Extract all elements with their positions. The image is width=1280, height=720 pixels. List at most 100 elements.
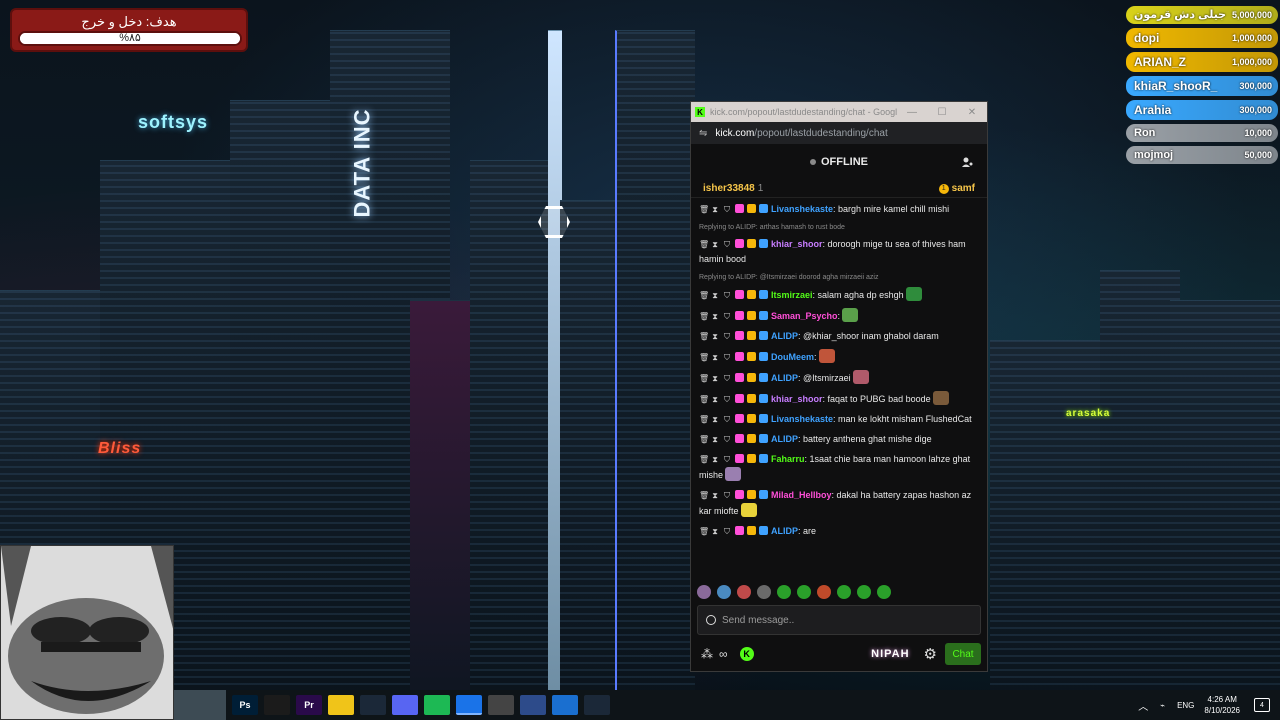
timeout-icon[interactable]: ⧗ xyxy=(711,329,719,344)
app-icon[interactable] xyxy=(520,695,546,715)
steam-icon[interactable] xyxy=(360,695,386,715)
chat-username[interactable]: khiar_shoor xyxy=(771,394,823,404)
network-icon[interactable]: ⌁ xyxy=(1160,701,1165,710)
emote-icon[interactable] xyxy=(797,585,811,599)
trash-icon[interactable]: 🗑 xyxy=(699,452,709,467)
trash-icon[interactable]: 🗑 xyxy=(699,524,709,539)
shield-icon[interactable]: ⛉ xyxy=(723,202,731,217)
trash-icon[interactable]: 🗑 xyxy=(699,432,709,447)
chevron-up-icon[interactable]: ︿ xyxy=(1138,698,1148,713)
emote-icon[interactable] xyxy=(737,585,751,599)
timeout-icon[interactable]: ⧗ xyxy=(711,237,719,252)
app-icon[interactable] xyxy=(552,695,578,715)
kick-k-icon[interactable]: K xyxy=(739,647,754,661)
chat-username[interactable]: ALIDP xyxy=(771,373,798,383)
emote-icon[interactable] xyxy=(817,585,831,599)
emote-icon[interactable] xyxy=(777,585,791,599)
steam-icon[interactable] xyxy=(584,695,610,715)
shield-icon[interactable]: ⛉ xyxy=(723,392,731,407)
shield-icon[interactable]: ⛉ xyxy=(723,288,731,303)
emote-icon[interactable] xyxy=(697,585,711,599)
shield-icon[interactable]: ⛉ xyxy=(723,432,731,447)
chat-username[interactable]: ALIDP xyxy=(771,434,798,444)
chat-message[interactable]: 🗑 ⧗ ⛉ khiar_shoor: doroogh mige tu sea of t… xyxy=(699,237,981,267)
infinity-icon[interactable]: ∞ xyxy=(719,647,728,661)
clock[interactable]: 4:26 AM 8/10/2026 xyxy=(1204,694,1240,716)
timeout-icon[interactable]: ⧗ xyxy=(711,202,719,217)
trash-icon[interactable]: 🗑 xyxy=(699,237,709,252)
timeout-icon[interactable]: ⧗ xyxy=(711,412,719,427)
timeout-icon[interactable]: ⧗ xyxy=(711,488,719,503)
trash-icon[interactable]: 🗑 xyxy=(699,350,709,365)
trash-icon[interactable]: 🗑 xyxy=(699,488,709,503)
emoji-icon[interactable] xyxy=(706,615,716,625)
pinned-right-user[interactable]: samf xyxy=(952,183,975,194)
spotify-icon[interactable] xyxy=(424,695,450,715)
shield-icon[interactable]: ⛉ xyxy=(723,309,731,324)
chat-message[interactable]: 🗑 ⧗ ⛉ Itsmirzaei: salam agha dp eshgh xyxy=(699,287,981,303)
timeout-icon[interactable]: ⧗ xyxy=(711,452,719,467)
notification-icon[interactable]: 4 xyxy=(1254,698,1270,712)
obs-icon[interactable] xyxy=(264,695,290,715)
chat-username[interactable]: Milad_Hellboy xyxy=(771,490,832,500)
trash-icon[interactable]: 🗑 xyxy=(699,412,709,427)
maximize-icon[interactable]: ☐ xyxy=(927,107,957,118)
shield-icon[interactable]: ⛉ xyxy=(723,412,731,427)
chat-username[interactable]: khiar_shoor xyxy=(771,239,823,249)
shield-icon[interactable]: ⛉ xyxy=(723,237,731,252)
shield-icon[interactable]: ⛉ xyxy=(723,329,731,344)
emote-icon[interactable] xyxy=(857,585,871,599)
chat-username[interactable]: Itsmirzaei xyxy=(771,290,813,300)
timeout-icon[interactable]: ⧗ xyxy=(711,524,719,539)
chat-username[interactable]: Saman_Psycho xyxy=(771,311,838,321)
chat-message[interactable]: 🗑 ⧗ ⛉ khiar_shoor: faqat to PUBG bad boode xyxy=(699,391,981,407)
chat-message[interactable]: 🗑 ⧗ ⛉ ALIDP: battery anthena ghat mishe dig… xyxy=(699,432,981,447)
trash-icon[interactable]: 🗑 xyxy=(699,309,709,324)
chat-username[interactable]: Faharru xyxy=(771,454,805,464)
trash-icon[interactable]: 🗑 xyxy=(699,288,709,303)
language-indicator[interactable]: ENG xyxy=(1177,701,1194,710)
pinned-user[interactable]: isher33848 xyxy=(703,183,755,194)
chat-message[interactable]: 🗑 ⧗ ⛉ Faharru: 1saat chie bara man hamoon l… xyxy=(699,452,981,483)
chat-message-list[interactable]: 🗑 ⧗ ⛉ Livanshekaste: bargh mire kamel chill… xyxy=(691,198,987,592)
file-explorer-icon[interactable] xyxy=(328,695,354,715)
chat-message[interactable]: 🗑 ⧗ ⛉ ALIDP: @khiar_shoor inam ghabol daram xyxy=(699,329,981,344)
discord-icon[interactable] xyxy=(392,695,418,715)
timeout-icon[interactable]: ⧗ xyxy=(711,288,719,303)
chat-message[interactable]: 🗑 ⧗ ⛉ DouMeem: xyxy=(699,349,981,365)
premiere-icon[interactable]: Pr xyxy=(296,695,322,715)
shield-icon[interactable]: ⛉ xyxy=(723,452,731,467)
chat-username[interactable]: DouMeem xyxy=(771,352,814,362)
shield-icon[interactable]: ⛉ xyxy=(723,524,731,539)
chat-username[interactable]: Livanshekaste xyxy=(771,204,833,214)
chat-username[interactable]: Livanshekaste xyxy=(771,414,833,424)
users-icon[interactable] xyxy=(961,156,973,168)
nipah-logo[interactable]: NIPAH xyxy=(871,648,909,660)
chat-message[interactable]: 🗑 ⧗ ⛉ ALIDP: @Itsmirzaei xyxy=(699,370,981,386)
pinned-gift-bar[interactable]: isher33848 1 1 samf xyxy=(691,180,987,198)
emote-icon[interactable] xyxy=(717,585,731,599)
timeout-icon[interactable]: ⧗ xyxy=(711,309,719,324)
taskbar-search-strip[interactable] xyxy=(174,690,226,720)
chat-send-button[interactable]: Chat xyxy=(945,643,981,665)
gear-icon[interactable]: ⚙ xyxy=(924,645,937,663)
chat-username[interactable]: ALIDP xyxy=(771,331,798,341)
emote-icon[interactable] xyxy=(837,585,851,599)
chat-message[interactable]: 🗑 ⧗ ⛉ Milad_Hellboy: dakal ha battery zapas… xyxy=(699,488,981,519)
app-icon[interactable] xyxy=(488,695,514,715)
emote-icon[interactable] xyxy=(877,585,891,599)
chat-message[interactable]: 🗑 ⧗ ⛉ ALIDP: are xyxy=(699,524,981,539)
chat-input[interactable]: Send message.. xyxy=(697,605,981,635)
trash-icon[interactable]: 🗑 xyxy=(699,202,709,217)
address-bar[interactable]: ⇋ kick.com/popout/lastdudestanding/chat xyxy=(691,122,987,144)
timeout-icon[interactable]: ⧗ xyxy=(711,371,719,386)
trash-icon[interactable]: 🗑 xyxy=(699,329,709,344)
shield-icon[interactable]: ⛉ xyxy=(723,350,731,365)
chat-message[interactable]: 🗑 ⧗ ⛉ Livanshekaste: man ke lokht misham Fl… xyxy=(699,412,981,427)
minimize-icon[interactable]: — xyxy=(897,107,927,118)
shield-icon[interactable]: ⛉ xyxy=(723,371,731,386)
shield-icon[interactable]: ⛉ xyxy=(723,488,731,503)
chat-message[interactable]: 🗑 ⧗ ⛉ Livanshekaste: bargh mire kamel chill… xyxy=(699,202,981,217)
timeout-icon[interactable]: ⧗ xyxy=(711,392,719,407)
timeout-icon[interactable]: ⧗ xyxy=(711,350,719,365)
